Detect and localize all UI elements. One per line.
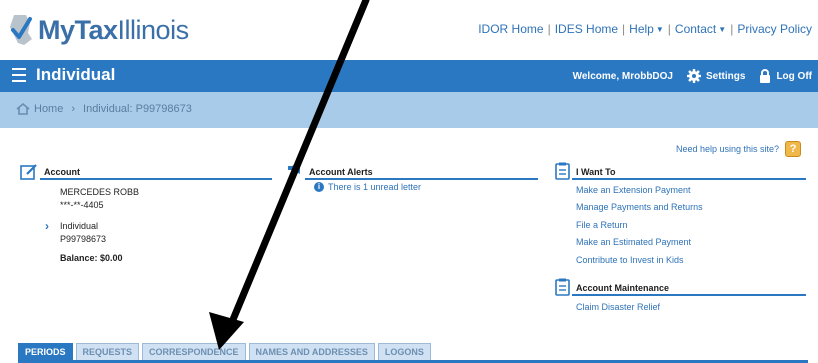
- clipboard-icon: [555, 162, 570, 180]
- chevron-right-icon[interactable]: ›: [45, 219, 49, 233]
- privacy-policy-link[interactable]: Privacy Policy: [737, 22, 812, 36]
- log-off-label: Log Off: [776, 70, 812, 82]
- tab-requests[interactable]: REQUESTS: [75, 343, 140, 361]
- breadcrumb-separator: ›: [71, 103, 76, 115]
- account-balance: Balance: $0.00: [60, 253, 123, 263]
- alerts-heading: Account Alerts: [309, 167, 373, 177]
- help-link[interactable]: Need help using this site? ?: [676, 141, 802, 157]
- clipboard-icon: [555, 278, 570, 296]
- link-file-return[interactable]: File a Return: [576, 220, 628, 230]
- tab-periods[interactable]: PERIODS: [18, 343, 73, 361]
- divider: |: [730, 22, 734, 36]
- divider: |: [667, 22, 671, 36]
- maintenance-rule: [572, 294, 806, 296]
- mytax-logo[interactable]: MyTaxIllinois: [8, 10, 189, 50]
- chevron-down-icon: ▼: [655, 25, 664, 34]
- megaphone-icon: [288, 162, 300, 174]
- settings-label: Settings: [706, 70, 746, 82]
- maintenance-heading: Account Maintenance: [576, 283, 670, 293]
- link-manage-payments[interactable]: Manage Payments and Returns: [576, 202, 703, 212]
- idor-home-link[interactable]: IDOR Home: [478, 22, 543, 36]
- settings-button[interactable]: Settings: [687, 69, 745, 83]
- tab-logons[interactable]: LOGONS: [377, 343, 431, 361]
- log-off-button[interactable]: Log Off: [759, 69, 812, 83]
- breadcrumb-bar: Home › Individual: P99798673: [0, 92, 818, 128]
- account-ssn: ***-**-4405: [60, 200, 104, 210]
- hamburger-icon[interactable]: [12, 68, 26, 82]
- padlock-icon: [760, 69, 771, 83]
- user-menu: Welcome, MrobbDOJ Settings Log Off: [559, 69, 812, 83]
- breadcrumb: Home › Individual: P99798673: [16, 103, 192, 115]
- breadcrumb-home[interactable]: Home: [34, 103, 63, 115]
- chevron-down-icon: ▼: [718, 25, 727, 34]
- checkmark-state-icon: [10, 15, 32, 45]
- welcome-text: Welcome, MrobbDOJ: [572, 70, 673, 82]
- ides-home-link[interactable]: IDES Home: [555, 22, 618, 36]
- account-rule: [40, 178, 272, 180]
- iwantto-rule: [572, 178, 806, 180]
- divider: |: [547, 22, 551, 36]
- gear-icon: [687, 69, 701, 83]
- account-type: Individual: [60, 221, 99, 231]
- tab-names-and-addresses[interactable]: NAMES AND ADDRESSES: [248, 343, 375, 361]
- account-id: P99798673: [60, 234, 107, 244]
- breadcrumb-current: Individual: P99798673: [83, 103, 192, 115]
- account-type-bar: Individual Welcome, MrobbDOJ Settings Lo…: [0, 60, 818, 92]
- divider: |: [622, 22, 626, 36]
- top-header: MyTaxIllinois IDOR Home | IDES Home | He…: [0, 0, 818, 60]
- alerts-rule: [305, 178, 538, 180]
- house-icon: [16, 103, 30, 115]
- iwantto-heading: I Want To: [576, 167, 616, 177]
- help-link-label: Need help using this site?: [676, 144, 780, 154]
- contact-menu[interactable]: Contact ▼: [675, 22, 726, 36]
- account-heading: Account: [44, 167, 80, 177]
- unread-letter-link[interactable]: There is 1 unread letter: [328, 182, 421, 192]
- tab-correspondence[interactable]: CORRESPONDENCE: [142, 343, 246, 361]
- account-name: MERCEDES ROBB: [60, 187, 140, 197]
- page-title: Individual: [36, 65, 116, 84]
- link-extension-payment[interactable]: Make an Extension Payment: [576, 185, 691, 195]
- pencil-edit-icon: [20, 164, 37, 180]
- help-menu[interactable]: Help ▼: [629, 22, 664, 36]
- tab-bar: PERIODS REQUESTS CORRESPONDENCE NAMES AN…: [18, 343, 431, 361]
- top-nav-links: IDOR Home | IDES Home | Help ▼ | Contact ▼…: [478, 22, 812, 36]
- link-estimated-payment[interactable]: Make an Estimated Payment: [576, 237, 691, 247]
- question-icon: ?: [785, 141, 802, 157]
- info-icon: i: [314, 182, 324, 192]
- link-invest-in-kids[interactable]: Contribute to Invest in Kids: [576, 255, 684, 265]
- logo-text: MyTaxIllinois: [38, 14, 189, 45]
- link-claim-disaster-relief[interactable]: Claim Disaster Relief: [576, 302, 660, 312]
